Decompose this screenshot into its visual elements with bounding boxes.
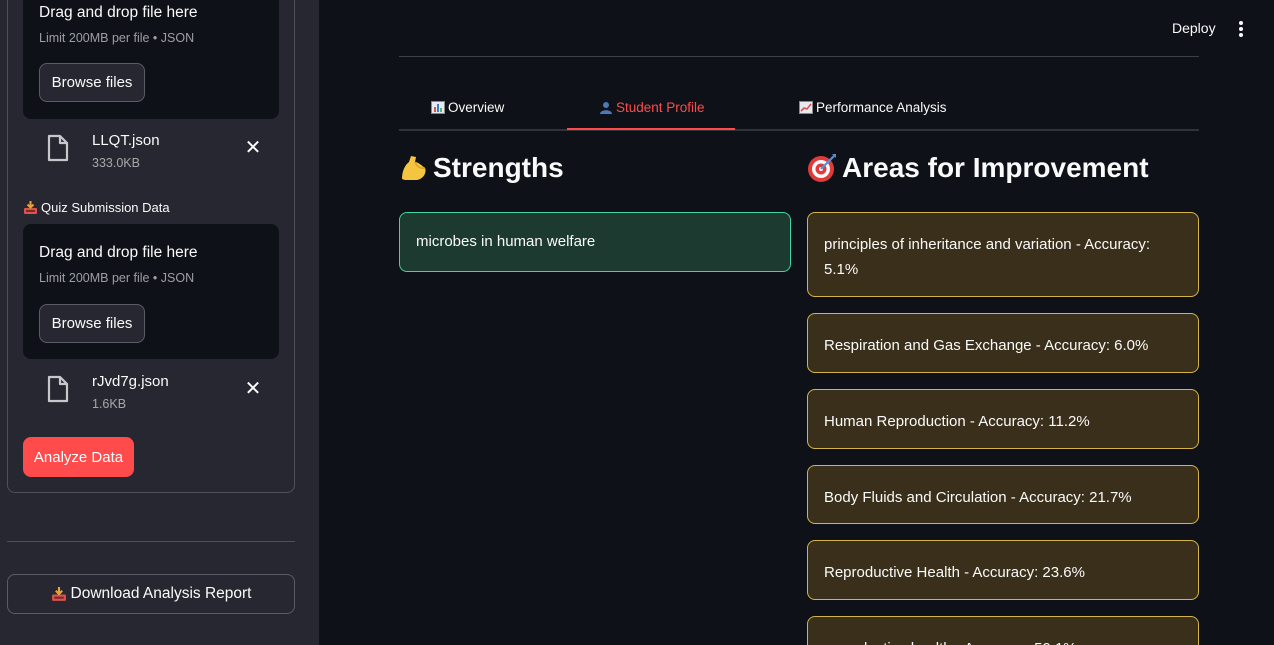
sidebar-divider xyxy=(7,541,295,542)
quiz-submission-text: Quiz Submission Data xyxy=(41,200,170,215)
file-size: 1.6KB xyxy=(92,397,127,411)
improvement-item: Human Reproduction - Accuracy: 11.2% xyxy=(807,389,1199,449)
improvement-item: Body Fluids and Circulation - Accuracy: … xyxy=(807,465,1199,524)
tab-label: Performance Analysis xyxy=(816,100,947,115)
tab-label: Overview xyxy=(448,100,505,115)
strengths-heading: Strengths xyxy=(399,152,564,184)
deploy-button[interactable]: Deploy xyxy=(1160,18,1228,38)
file-icon xyxy=(47,134,69,162)
bar-chart-icon xyxy=(431,101,445,114)
remove-file-icon[interactable]: ✕ xyxy=(243,138,263,158)
file-icon xyxy=(47,375,69,403)
header-divider xyxy=(399,56,1199,57)
file-name: rJvd7g.json xyxy=(92,373,169,390)
uploaded-file-row: LLQT.json 333.0KB ✕ xyxy=(23,128,279,178)
file-size: 333.0KB xyxy=(92,156,140,170)
improvement-item: reproductive health - Accuracy: 59.1% xyxy=(807,616,1199,645)
sidebar: Drag and drop file here Limit 200MB per … xyxy=(0,0,319,645)
tab-bar: Overview Student Profile Performance Ana… xyxy=(399,92,1199,131)
active-tab-indicator xyxy=(567,128,735,130)
dropzone-title: Drag and drop file here xyxy=(39,4,198,21)
file-name: LLQT.json xyxy=(92,132,160,149)
main-menu-icon[interactable] xyxy=(1232,18,1250,40)
improvement-item: Reproductive Health - Accuracy: 23.6% xyxy=(807,540,1199,600)
tab-student-profile[interactable]: Student Profile xyxy=(599,100,705,115)
tab-label: Student Profile xyxy=(616,100,705,115)
download-report-label: Download Analysis Report xyxy=(70,585,252,602)
improvement-heading: Areas for Improvement xyxy=(806,152,1149,184)
dropzone-title: Drag and drop file here xyxy=(39,244,198,261)
bust-icon xyxy=(600,102,612,114)
file-dropzone-2[interactable]: Drag and drop file here Limit 200MB per … xyxy=(23,224,279,359)
analyze-data-button[interactable]: Analyze Data xyxy=(23,437,134,477)
file-dropzone-1[interactable]: Drag and drop file here Limit 200MB per … xyxy=(23,0,279,119)
tab-performance-analysis[interactable]: Performance Analysis xyxy=(799,100,947,115)
chart-increasing-icon xyxy=(799,101,813,114)
remove-file-icon[interactable]: ✕ xyxy=(243,379,263,399)
direct-hit-icon xyxy=(808,154,836,182)
uploaded-file-row: rJvd7g.json 1.6KB ✕ xyxy=(23,369,279,419)
browse-files-button[interactable]: Browse files xyxy=(39,304,145,343)
dropzone-limit: Limit 200MB per file • JSON xyxy=(39,271,195,285)
flexed-biceps-icon xyxy=(402,156,426,180)
improvement-item: principles of inheritance and variation … xyxy=(807,212,1199,297)
inbox-tray-icon xyxy=(24,200,37,214)
inbox-tray-icon xyxy=(51,586,66,601)
improvement-item: Respiration and Gas Exchange - Accuracy:… xyxy=(807,313,1199,373)
strength-item: microbes in human welfare xyxy=(399,212,791,272)
browse-files-button[interactable]: Browse files xyxy=(39,63,145,102)
quiz-submission-label: Quiz Submission Data xyxy=(23,200,170,215)
strengths-title: Strengths xyxy=(433,152,564,183)
download-report-button[interactable]: Download Analysis Report xyxy=(7,574,295,614)
tab-overview[interactable]: Overview xyxy=(431,100,504,115)
dropzone-limit: Limit 200MB per file • JSON xyxy=(39,31,195,45)
improvement-title: Areas for Improvement xyxy=(842,152,1149,183)
